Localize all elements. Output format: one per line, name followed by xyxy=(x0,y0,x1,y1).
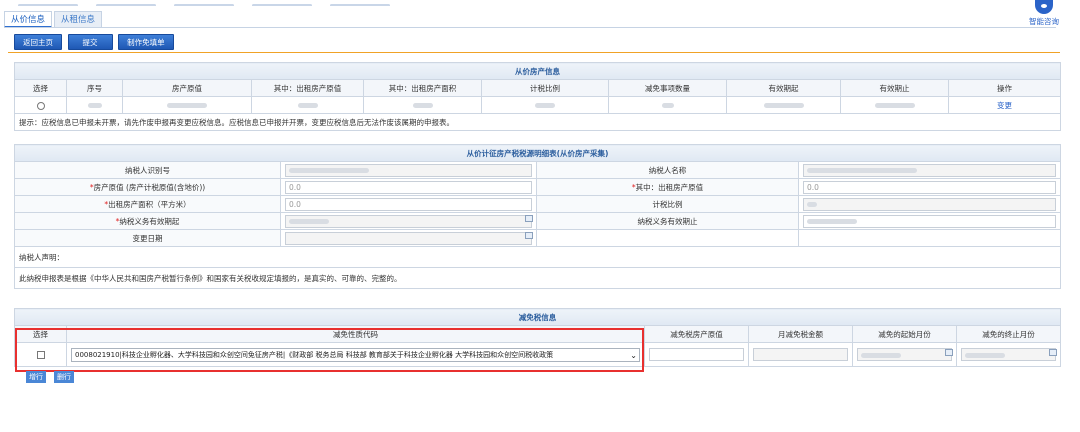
taxpayer-name-label: 纳税人名称 xyxy=(536,161,799,179)
col-relief-value: 减免税房产原值 xyxy=(644,325,749,343)
relief-table: 减免税信息 选择 减免性质代码 减免税房产原值 月减免税金额 减免的起始月份 减… xyxy=(14,308,1061,367)
relief-row-checkbox[interactable] xyxy=(36,351,45,359)
start-date-label: 纳税义务有效期起 xyxy=(119,216,180,226)
col-relief-code: 减免性质代码 xyxy=(66,325,645,343)
col-rent-area: 其中：出租房产面积 xyxy=(363,79,482,97)
change-link[interactable]: 变更 xyxy=(997,101,1012,110)
declaration-text: 此纳税申报表是根据《中华人民共和国房产税暂行条例》和国家有关税收规定填报的，是真… xyxy=(13,267,1062,289)
rent-area-input[interactable]: 0.0 xyxy=(285,197,532,211)
original-value-label: 房产原值 (房产计税原值(含地价)) xyxy=(93,182,206,192)
redacted-value xyxy=(874,103,915,108)
relief-end-input[interactable] xyxy=(961,348,1056,361)
table-row: 变更 xyxy=(14,96,1062,114)
tab-divider xyxy=(4,27,1056,28)
col-valid-from: 有效期起 xyxy=(726,79,841,97)
redacted-value xyxy=(535,103,555,108)
headset-icon xyxy=(1035,0,1053,14)
tab-price-info[interactable]: 从价信息 xyxy=(4,11,53,28)
col-valid-to: 有效期止 xyxy=(840,79,949,97)
col-action: 操作 xyxy=(947,79,1062,97)
relief-value-input[interactable] xyxy=(649,348,744,361)
table-row: 0008021910|科技企业孵化器、大学科技园和众创空间免征房产税|《财政部 … xyxy=(14,342,1061,367)
detail-title: 从价计征房产税税源明细表(从价房产采集) xyxy=(13,144,1062,162)
price-info-table: 从价房产信息 选择 序号 房产原值 其中：出租房产原值 其中：出租房产面积 计税… xyxy=(13,62,1062,131)
start-date-input[interactable] xyxy=(285,214,532,228)
delete-row-button[interactable]: 删行 xyxy=(54,371,74,383)
end-date-input[interactable] xyxy=(803,214,1057,228)
change-date-label: 变更日期 xyxy=(14,229,281,247)
submit-button[interactable]: 提交 xyxy=(67,34,113,50)
original-value-input[interactable]: 0.0 xyxy=(285,180,532,194)
relief-code-select[interactable]: 0008021910|科技企业孵化器、大学科技园和众创空间免征房产税|《财政部 … xyxy=(71,347,640,362)
redacted-value xyxy=(297,103,318,108)
back-home-button[interactable]: 返回主页 xyxy=(14,34,62,50)
relief-start-input[interactable] xyxy=(857,348,952,361)
rent-value-label: 其中：出租房产原值 xyxy=(635,182,704,192)
relief-header: 选择 减免性质代码 减免税房产原值 月减免税金额 减免的起始月份 减免的终止月份 xyxy=(14,325,1061,343)
taxpayer-id-label: 纳税人识别号 xyxy=(14,161,281,179)
col-relief-count: 减免事项数量 xyxy=(608,79,727,97)
taxpayer-id-field xyxy=(285,163,532,177)
tax-ratio-label: 计税比例 xyxy=(536,195,799,213)
col-original-value: 房产原值 xyxy=(122,79,252,97)
redacted-value xyxy=(763,103,804,108)
col-seq: 序号 xyxy=(66,79,123,97)
tax-ratio-field xyxy=(803,197,1057,211)
detail-table: 从价计征房产税税源明细表(从价房产采集) 纳税人识别号 纳税人名称 *房产原值 … xyxy=(13,144,1062,289)
rent-area-label: 出租房产面积（平方米） xyxy=(108,199,191,209)
taxpayer-name-field xyxy=(803,163,1057,177)
toolbar-divider xyxy=(8,52,1060,53)
relief-title: 减免税信息 xyxy=(14,308,1061,326)
calendar-icon[interactable] xyxy=(945,349,953,356)
redacted-value xyxy=(87,103,102,108)
tab-bar: 从价信息 从租信息 xyxy=(4,11,104,28)
redacted-value xyxy=(412,103,433,108)
row-buttons: 增行 删行 xyxy=(26,371,82,383)
col-select: 选择 xyxy=(14,325,67,343)
col-rent-value: 其中：出租房产原值 xyxy=(251,79,364,97)
tab-rent-info[interactable]: 从租信息 xyxy=(54,11,103,28)
rent-value-input[interactable]: 0.0 xyxy=(803,180,1057,194)
col-select: 选择 xyxy=(14,79,67,97)
smart-consult-label: 智能咨询 xyxy=(1029,17,1059,26)
change-date-input[interactable] xyxy=(285,231,532,245)
calendar-icon[interactable] xyxy=(1049,349,1057,356)
smart-consult-button[interactable]: 智能咨询 xyxy=(1022,0,1066,30)
declaration-label: 纳税人声明： xyxy=(13,246,1062,268)
col-relief-start: 减免的起始月份 xyxy=(852,325,957,343)
calendar-icon[interactable] xyxy=(525,215,533,222)
add-row-button[interactable]: 增行 xyxy=(26,371,46,383)
toolbar: 返回主页 提交 制作免填单 xyxy=(14,34,177,50)
price-info-header: 选择 序号 房产原值 其中：出租房产原值 其中：出租房产面积 计税比例 减免事项… xyxy=(14,79,1062,97)
chevron-down-icon: ⌄ xyxy=(630,350,637,360)
row-select-radio[interactable] xyxy=(36,101,45,110)
col-relief-end: 减免的终止月份 xyxy=(956,325,1061,343)
top-breadcrumb xyxy=(0,0,1020,6)
col-monthly-relief: 月减免税金额 xyxy=(748,325,853,343)
monthly-relief-field xyxy=(753,348,848,361)
col-tax-ratio: 计税比例 xyxy=(481,79,609,97)
end-date-label: 纳税义务有效期止 xyxy=(536,212,799,230)
redacted-value xyxy=(167,103,207,108)
exempt-form-button[interactable]: 制作免填单 xyxy=(118,34,174,50)
price-info-title: 从价房产信息 xyxy=(13,62,1062,80)
price-info-hint: 提示：应税信息已申报未开票，请先作废申报再变更应税信息。应税信息已申报并开票，变… xyxy=(13,113,1062,131)
calendar-icon[interactable] xyxy=(525,232,533,239)
redacted-value xyxy=(661,103,674,108)
